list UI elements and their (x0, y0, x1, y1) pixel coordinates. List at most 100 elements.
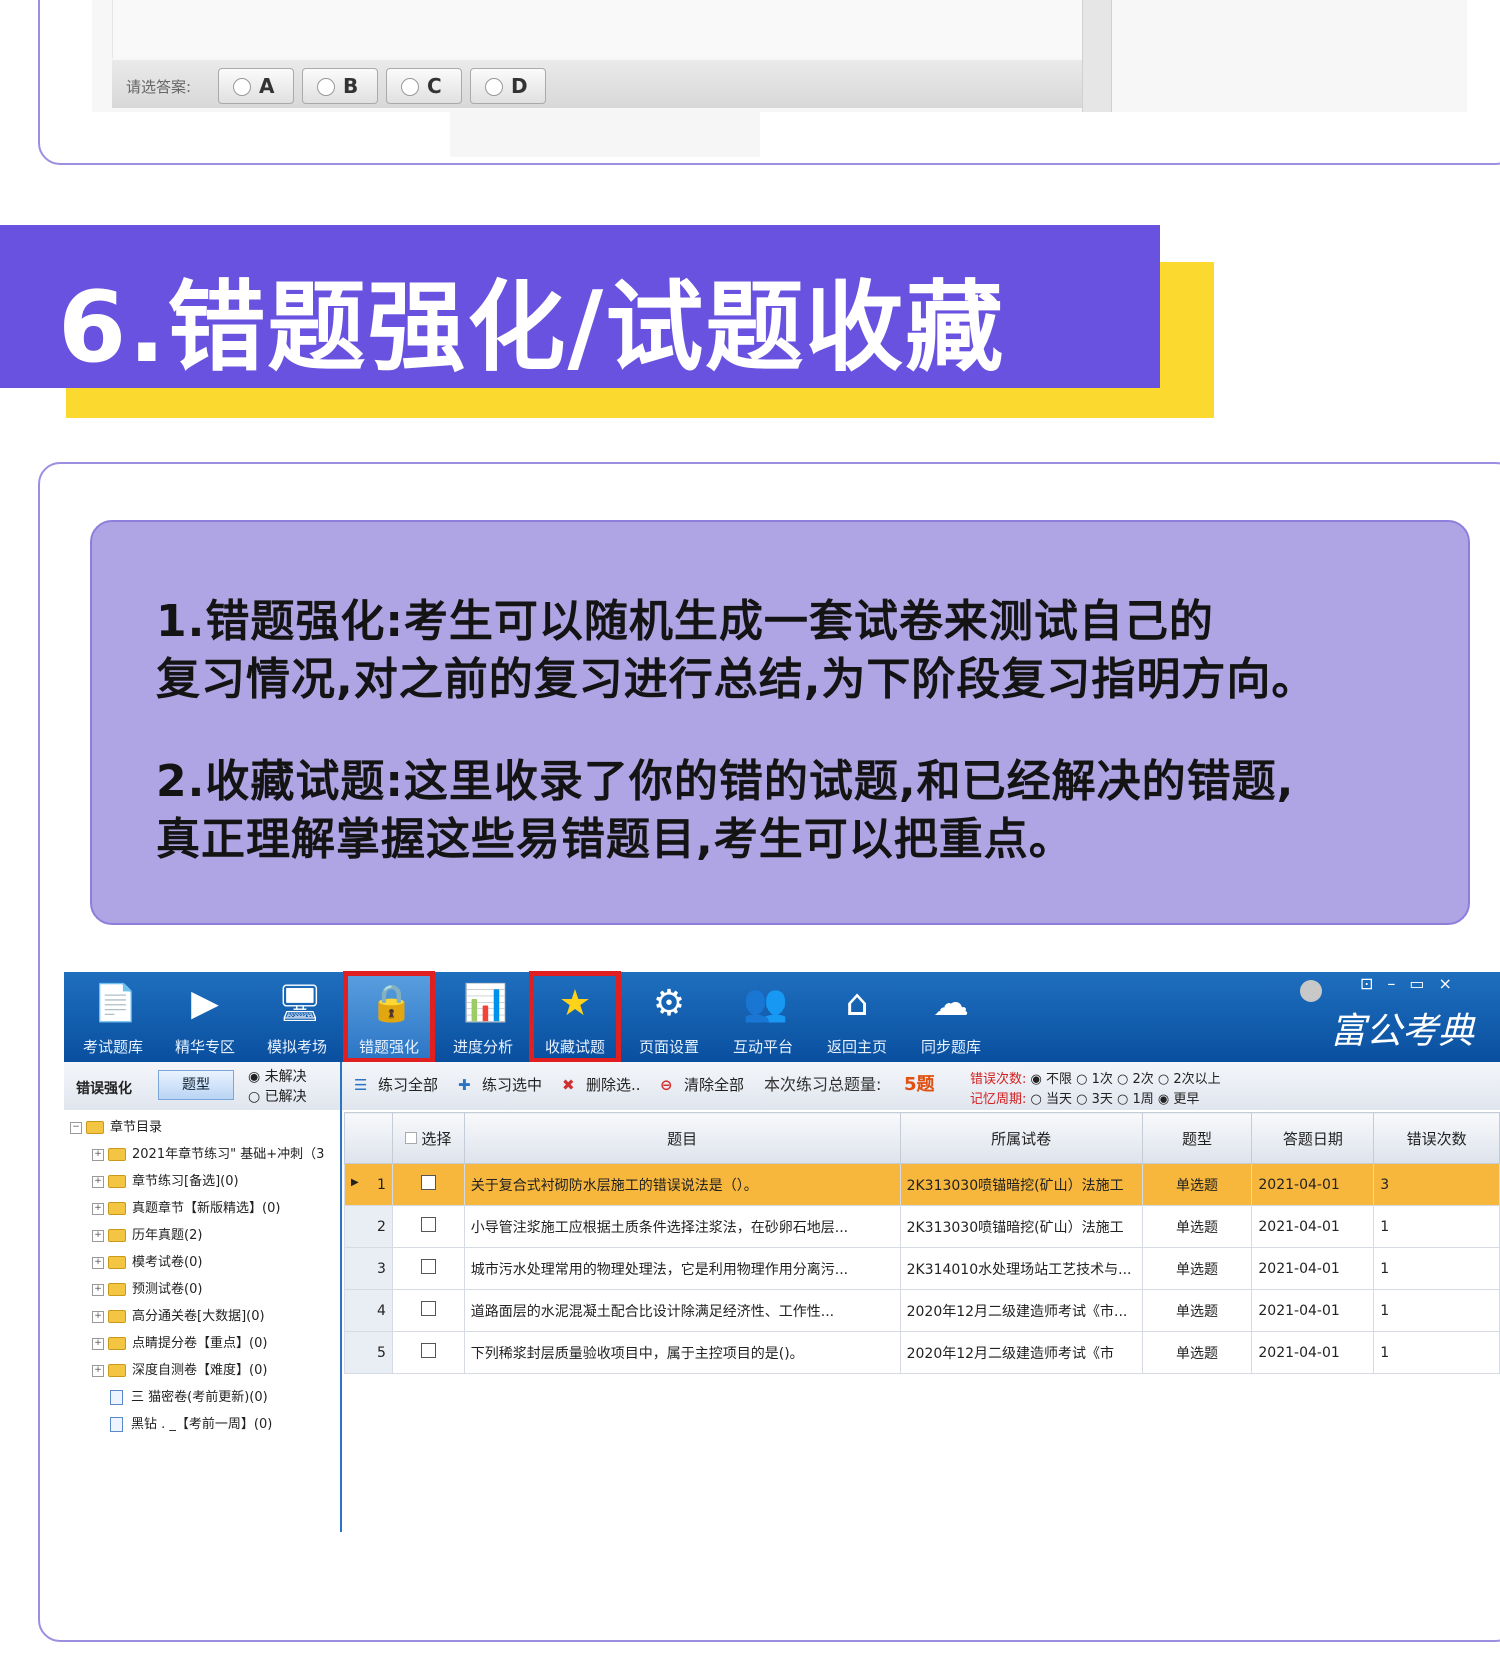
description-line-4: 真正理解掌握这些易错题目,考生可以把重点。 (156, 814, 1074, 865)
expand-icon: + (92, 1337, 104, 1350)
practice-all-button[interactable]: ☰ 练习全部 (354, 1070, 438, 1100)
folder-icon (108, 1256, 126, 1269)
brand-logo: 富公考典 (1330, 1011, 1475, 1052)
select-cell[interactable] (391, 1331, 465, 1374)
description-line-3: 2.收藏试题:这里收录了你的错的试题,和已经解决的错题, (156, 756, 1295, 807)
toolbar-sync-button[interactable]: ☁ 同步题库 (906, 972, 996, 1062)
toolbar-page-settings-button[interactable]: ⚙ 页面设置 (624, 972, 714, 1062)
tree-item[interactable]: 黑钻 . _【考前一周】(0) (110, 1413, 272, 1432)
table-row[interactable]: 5 下列稀浆封层质量验收项目中，属于主控项目的是()。 2020年12月二级建造… (344, 1331, 1500, 1374)
question-cell[interactable]: 小导管注浆施工应根据土质条件选择注浆法，在砂卵石地层... (463, 1205, 901, 1248)
select-cell[interactable] (391, 1163, 465, 1206)
toolbar-home-button[interactable]: ⌂ 返回主页 (812, 972, 902, 1062)
practice-selected-button[interactable]: ✚ 练习选中 (458, 1070, 542, 1100)
table-row[interactable]: ▶ 1 关于复合式衬砌防水层施工的错误说法是（）。 2K313030喷锚暗挖(矿山… (344, 1163, 1500, 1206)
expand-icon: + (92, 1175, 104, 1188)
column-header-date[interactable]: 答题日期 (1251, 1112, 1375, 1164)
column-header-question[interactable]: 题目 (463, 1112, 901, 1164)
question-cell[interactable]: 下列稀浆封层质量验收项目中，属于主控项目的是()。 (463, 1331, 901, 1374)
type-button[interactable]: 题型 (158, 1070, 234, 1100)
tree-item[interactable]: + 预测试卷(0) (92, 1278, 202, 1297)
expand-icon: + (92, 1148, 104, 1161)
radio-icon (401, 78, 419, 96)
lock-folder-icon: 🔒 (369, 983, 414, 1024)
option-b-button[interactable]: B (302, 68, 378, 104)
toolbar-progress-button[interactable]: 📊 进度分析 (438, 972, 528, 1062)
row-checkbox[interactable] (420, 1343, 436, 1358)
tree-item[interactable]: + 高分通关卷[大数据](0) (92, 1305, 265, 1324)
description-line-2: 复习情况,对之前的复习进行总结,为下阶段复习指明方向。 (156, 654, 1317, 705)
row-checkbox[interactable] (420, 1259, 436, 1274)
pin-icon (1300, 980, 1322, 1002)
expand-icon: + (92, 1364, 104, 1377)
description-line-1: 1.错题强化:考生可以随机生成一套试卷来测试自己的 (156, 596, 1214, 647)
folder-icon (86, 1121, 104, 1134)
column-header-type[interactable]: 题型 (1141, 1112, 1253, 1164)
radio-solved[interactable]: ○ 已解决 (248, 1086, 307, 1106)
tree-item-root[interactable]: − 章节目录 (70, 1116, 162, 1135)
window-controls[interactable]: ⊡–▭× (1360, 974, 1466, 993)
paper-cell: 2K313030喷锚暗挖(矿山）法施工 (899, 1205, 1143, 1248)
total-label: 本次练习总题量: (764, 1075, 882, 1094)
row-number: 3 (344, 1247, 393, 1290)
option-c-button[interactable]: C (386, 68, 462, 104)
document-icon (110, 1417, 123, 1432)
tree-item[interactable]: + 历年真题(2) (92, 1224, 202, 1243)
question-cell[interactable]: 关于复合式衬砌防水层施工的错误说法是（）。 (463, 1163, 901, 1206)
clear-all-button[interactable]: ⊖ 清除全部 (660, 1070, 744, 1100)
toolbar-favorites-button[interactable]: ★ 收藏试题 (529, 971, 621, 1063)
option-a-button[interactable]: A (218, 68, 294, 104)
column-header-errors[interactable]: 错误次数 (1373, 1112, 1500, 1164)
tree-item[interactable]: + 模考试卷(0) (92, 1251, 202, 1270)
expand-icon: + (92, 1256, 104, 1269)
expand-icon: + (92, 1310, 104, 1323)
tree-item[interactable]: + 真题章节【新版精选】(0) (92, 1197, 280, 1216)
row-checkbox[interactable] (420, 1175, 436, 1190)
row-number: 2 (344, 1205, 393, 1248)
toolbar-featured-button[interactable]: ▶ 精华专区 (160, 972, 250, 1062)
left-panel-title: 错误强化 (76, 1081, 132, 1097)
select-cell[interactable] (391, 1247, 465, 1290)
row-checkbox[interactable] (420, 1301, 436, 1316)
row-checkbox[interactable] (420, 1217, 436, 1232)
toolbar-mock-exam-button[interactable]: 🖥 模拟考场 (252, 972, 342, 1062)
toolbar-error-drill-button[interactable]: 🔒 错题强化 (343, 971, 435, 1063)
select-all-checkbox[interactable] (405, 1131, 418, 1144)
plus-icon: ✚ (458, 1076, 471, 1094)
errors-cell: 1 (1373, 1205, 1500, 1248)
delete-selected-button[interactable]: ✖ 删除选.. (562, 1070, 641, 1100)
chart-icon: 📊 (463, 983, 508, 1024)
table-row[interactable]: 2 小导管注浆施工应根据土质条件选择注浆法，在砂卵石地层... 2K313030… (344, 1205, 1500, 1248)
question-cell[interactable]: 城市污水处理常用的物理处理法，它是利用物理作用分离污... (463, 1247, 901, 1290)
toolbar-interaction-button[interactable]: 👥 互动平台 (718, 972, 808, 1062)
cloud-sync-icon: ☁ (933, 983, 969, 1024)
option-d-button[interactable]: D (470, 68, 546, 104)
tree-item[interactable]: +2021年章节练习" 基础+冲刺（3 (92, 1143, 324, 1162)
radio-unsolved[interactable]: ◉ 未解决 (248, 1066, 307, 1086)
select-cell[interactable] (391, 1289, 465, 1332)
row-number: 4 (344, 1289, 393, 1332)
tree-item[interactable]: + 深度自测卷【难度】(0) (92, 1359, 267, 1378)
column-header-paper[interactable]: 所属试卷 (899, 1112, 1143, 1164)
date-cell: 2021-04-01 (1251, 1289, 1375, 1332)
tree-item[interactable]: + 点睛提分卷【重点】(0) (92, 1332, 267, 1351)
errors-cell: 1 (1373, 1289, 1500, 1332)
toolbar-exam-bank-button[interactable]: 📄 考试题库 (68, 972, 158, 1062)
document-icon (110, 1390, 123, 1405)
table-row[interactable]: 3 城市污水处理常用的物理处理法，它是利用物理作用分离污... 2K314010… (344, 1247, 1500, 1290)
table-row[interactable]: 4 道路面层的水泥混凝土配合比设计除满足经济性、工作性... 2020年12月二… (344, 1289, 1500, 1332)
tree-item[interactable]: + 章节练习[备选](0) (92, 1170, 239, 1189)
users-icon: 👥 (743, 983, 788, 1024)
error-count-filter[interactable]: 错误次数: ◉ 不限 ○ 1次 ○ 2次 ○ 2次以上 (970, 1068, 1221, 1087)
row-pointer-icon: ▶ (351, 1176, 359, 1188)
question-cell[interactable]: 道路面层的水泥混凝土配合比设计除满足经济性、工作性... (463, 1289, 901, 1332)
errors-cell: 1 (1373, 1331, 1500, 1374)
tree-item[interactable]: 三 猫密卷(考前更新)(0) (110, 1386, 268, 1405)
memory-cycle-filter[interactable]: 记忆周期: ○ 当天 ○ 3天 ○ 1周 ◉ 更早 (970, 1088, 1199, 1107)
date-cell: 2021-04-01 (1251, 1163, 1375, 1206)
column-header-select[interactable]: 选择 (391, 1112, 465, 1164)
monitor-icon: 🖥 (277, 983, 323, 1024)
select-cell[interactable] (391, 1205, 465, 1248)
play-icon: ▶ (191, 983, 219, 1024)
scroll-divider[interactable] (1082, 0, 1112, 112)
